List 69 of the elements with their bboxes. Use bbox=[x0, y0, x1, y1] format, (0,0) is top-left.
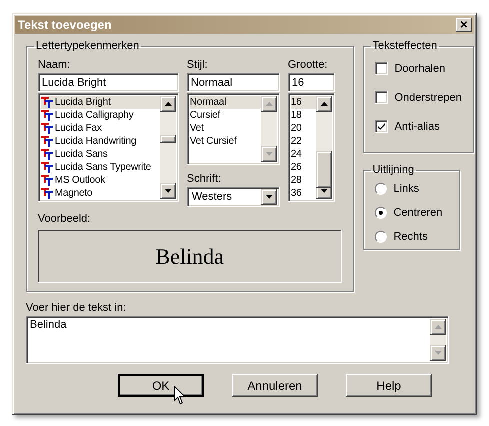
item-label: 36 bbox=[291, 187, 302, 199]
list-item[interactable]: 24 bbox=[291, 148, 316, 161]
item-label: Magneto bbox=[55, 187, 93, 199]
item-label: 22 bbox=[291, 135, 302, 148]
group-title: Uitlijning bbox=[372, 164, 416, 176]
list-item[interactable]: Lucida Handwriting bbox=[41, 135, 160, 148]
list-box[interactable]: Lucida Bright Lucida Calligraphy Lucida Fax Lucida Handwriting Lucida Sans Lucida Sans Typewrite MS Outlook Magneto bbox=[38, 93, 179, 202]
item-label: Lucida Fax bbox=[55, 122, 102, 135]
close-button[interactable]: × bbox=[456, 18, 472, 32]
item-label: Lucida Calligraphy bbox=[55, 109, 134, 122]
item-label: Lucida Sans Typewrite bbox=[55, 161, 152, 174]
list-item[interactable]: 22 bbox=[291, 135, 316, 148]
input-field[interactable]: 16 bbox=[288, 73, 335, 92]
item-label: Normaal bbox=[190, 96, 226, 109]
preview-text: Belinda bbox=[156, 244, 224, 270]
item-label: Vet Cursief bbox=[190, 135, 237, 148]
list-item[interactable]: 18 bbox=[291, 109, 316, 122]
dialog-button[interactable]: OK bbox=[118, 374, 204, 397]
list-item[interactable]: Vet bbox=[190, 122, 261, 135]
item-label: Lucida Handwriting bbox=[55, 135, 136, 148]
list-item[interactable]: 36 bbox=[291, 187, 316, 199]
group-title: Teksteffecten bbox=[372, 40, 438, 52]
item-label: 16 bbox=[291, 96, 302, 109]
list-item[interactable]: MS Outlook bbox=[41, 174, 160, 187]
item-label: 28 bbox=[291, 174, 302, 187]
list-item[interactable]: Lucida Sans Typewrite bbox=[41, 161, 160, 174]
field-label: Schrift: bbox=[187, 172, 222, 187]
dropdown[interactable]: Westers bbox=[187, 187, 280, 207]
input-field[interactable]: Normaal bbox=[187, 73, 280, 92]
list-item[interactable]: Vet Cursief bbox=[190, 135, 261, 148]
item-label: Cursief bbox=[190, 109, 220, 122]
field-label: Voorbeeld: bbox=[38, 212, 92, 227]
list-item[interactable]: Lucida Sans bbox=[41, 148, 160, 161]
item-label: 26 bbox=[291, 161, 302, 174]
window-title: Tekst toevoegen bbox=[18, 18, 112, 32]
checkbox-label: Anti-alias bbox=[394, 120, 440, 132]
dialog-button[interactable]: Help bbox=[346, 374, 432, 397]
item-label: Lucida Sans bbox=[55, 148, 108, 161]
radio-label: Centreren bbox=[394, 206, 443, 218]
list-item[interactable]: Lucida Bright bbox=[41, 96, 160, 109]
field-label: Voer hier de tekst in: bbox=[26, 301, 128, 316]
list-item[interactable]: 26 bbox=[291, 161, 316, 174]
field-label: Grootte: bbox=[288, 58, 329, 73]
list-box[interactable]: 16 18 20 22 24 26 28 36 bbox=[288, 93, 335, 202]
list-item[interactable]: 20 bbox=[291, 122, 316, 135]
item-label: Lucida Bright bbox=[55, 96, 111, 109]
field-label: Stijl: bbox=[187, 58, 209, 73]
item-label: 18 bbox=[291, 109, 302, 122]
list-item[interactable]: Cursief bbox=[190, 109, 261, 122]
checkbox-label: Onderstrepen bbox=[394, 92, 462, 104]
radio-label: Rechts bbox=[394, 230, 428, 242]
list-item[interactable]: Magneto bbox=[41, 187, 160, 199]
list-item[interactable]: Lucida Calligraphy bbox=[41, 109, 160, 122]
field-label: Naam: bbox=[38, 58, 72, 73]
dialog-button[interactable]: Annuleren bbox=[232, 374, 318, 397]
list-item[interactable]: Normaal bbox=[190, 96, 261, 109]
item-label: Vet bbox=[190, 122, 204, 135]
item-label: 24 bbox=[291, 148, 302, 161]
list-item[interactable]: 28 bbox=[291, 174, 316, 187]
text-area[interactable]: Belinda bbox=[26, 316, 449, 364]
list-item[interactable]: 16 bbox=[291, 96, 316, 109]
group-title: Lettertypekenmerken bbox=[35, 40, 140, 52]
item-label: MS Outlook bbox=[55, 174, 106, 187]
radio-label: Links bbox=[394, 182, 420, 194]
input-field[interactable]: Lucida Bright bbox=[38, 73, 179, 92]
list-item[interactable]: Lucida Fax bbox=[41, 122, 160, 135]
checkbox-label: Doorhalen bbox=[394, 62, 446, 74]
item-label: 20 bbox=[291, 122, 302, 135]
list-box[interactable]: Normaal Cursief Vet Vet Cursief bbox=[187, 93, 280, 165]
